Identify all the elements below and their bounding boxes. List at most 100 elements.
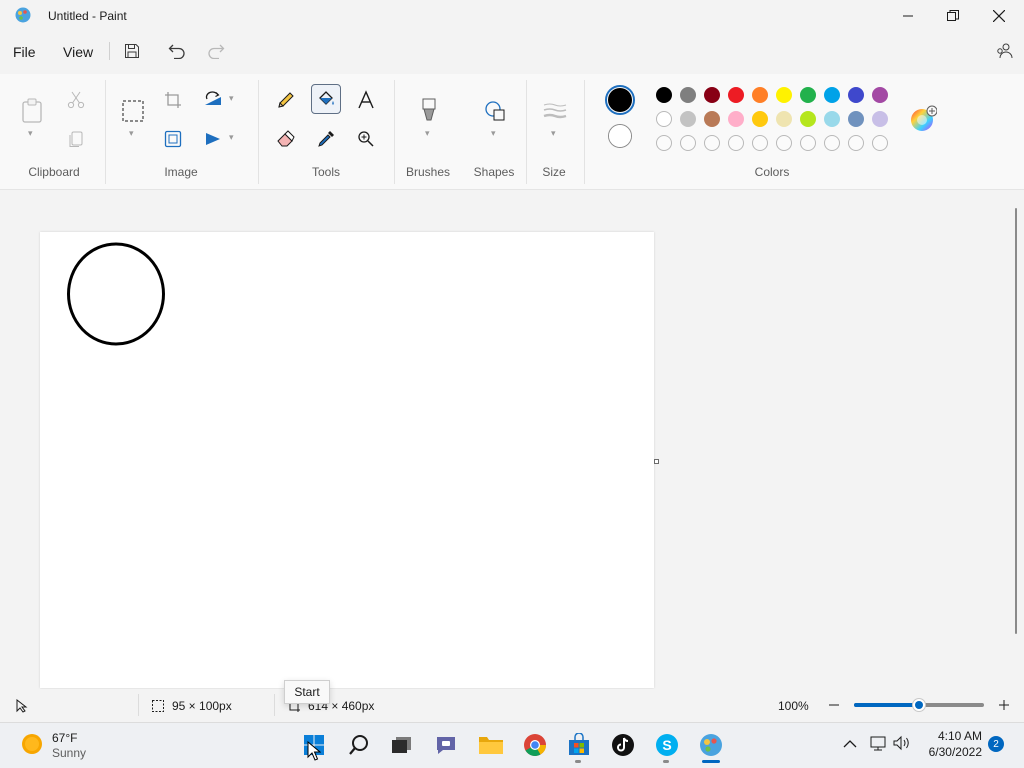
file-explorer-button[interactable]	[477, 731, 505, 759]
palette-swatch[interactable]	[728, 111, 744, 127]
rectangle-select-icon	[122, 100, 144, 122]
custom-color-slot[interactable]	[848, 135, 864, 151]
custom-color-slot[interactable]	[800, 135, 816, 151]
palette-swatch[interactable]	[656, 87, 672, 103]
taskbar-search-button[interactable]	[345, 731, 373, 759]
svg-text:S: S	[662, 737, 671, 753]
network-icon[interactable]	[868, 735, 888, 754]
select-button[interactable]	[118, 96, 148, 126]
zoom-slider-thumb[interactable]	[912, 698, 926, 712]
clock-time[interactable]: 4:10 AM	[920, 729, 982, 743]
paste-chevron-down-icon[interactable]: ▾	[28, 128, 33, 139]
file-menu[interactable]: File	[13, 44, 36, 60]
rotate-button[interactable]	[198, 85, 228, 115]
account-button[interactable]	[992, 40, 1016, 62]
view-menu[interactable]: View	[63, 44, 93, 60]
custom-color-slot[interactable]	[824, 135, 840, 151]
palette-swatch[interactable]	[800, 87, 816, 103]
ribbon-separator	[584, 80, 585, 184]
vertical-scrollbar[interactable]	[1015, 208, 1017, 634]
palette-swatch[interactable]	[872, 87, 888, 103]
custom-color-slot[interactable]	[680, 135, 696, 151]
palette-swatch[interactable]	[656, 111, 672, 127]
save-button[interactable]	[120, 40, 144, 62]
size-button[interactable]	[540, 96, 570, 126]
drawing-canvas[interactable]	[40, 232, 654, 688]
custom-color-slot[interactable]	[872, 135, 888, 151]
pencil-tool[interactable]	[271, 85, 301, 115]
palette-swatch[interactable]	[824, 111, 840, 127]
paint-icon	[700, 734, 722, 756]
custom-color-slot[interactable]	[752, 135, 768, 151]
magnifier-tool[interactable]	[351, 124, 381, 154]
custom-color-slot[interactable]	[728, 135, 744, 151]
edit-colors-button[interactable]	[909, 105, 938, 133]
palette-swatch[interactable]	[848, 87, 864, 103]
maximize-button[interactable]	[930, 0, 976, 32]
palette-swatch[interactable]	[848, 111, 864, 127]
palette-swatch[interactable]	[704, 111, 720, 127]
fill-tool[interactable]	[311, 84, 341, 114]
undo-button[interactable]	[165, 40, 189, 62]
cut-button[interactable]	[61, 85, 91, 115]
palette-swatch[interactable]	[752, 111, 768, 127]
palette-swatch[interactable]	[800, 111, 816, 127]
palette-swatch[interactable]	[680, 87, 696, 103]
size-chevron-down-icon[interactable]: ▾	[551, 128, 556, 139]
eraser-tool[interactable]	[271, 124, 301, 154]
size-group-label: Size	[542, 165, 566, 179]
microsoft-store-button[interactable]	[565, 731, 593, 759]
brushes-chevron-down-icon[interactable]: ▾	[425, 128, 430, 139]
palette-swatch[interactable]	[728, 87, 744, 103]
tools-group-label: Tools	[311, 165, 340, 179]
palette-swatch[interactable]	[752, 87, 768, 103]
custom-color-slot[interactable]	[704, 135, 720, 151]
show-hidden-icons-chevron-up-icon[interactable]	[843, 738, 857, 752]
close-button[interactable]	[976, 0, 1022, 32]
paint-taskbar-button[interactable]	[697, 731, 725, 759]
minimize-button[interactable]	[885, 0, 931, 32]
paste-button[interactable]	[17, 96, 47, 126]
skype-button[interactable]: S	[653, 731, 681, 759]
palette-swatch[interactable]	[776, 111, 792, 127]
clock-date[interactable]: 6/30/2022	[920, 745, 982, 759]
canvas-resize-handle[interactable]	[654, 459, 659, 464]
flip-chevron-down-icon[interactable]: ▾	[229, 132, 234, 143]
notification-badge[interactable]: 2	[988, 736, 1004, 752]
palette-swatch[interactable]	[872, 111, 888, 127]
copy-button[interactable]	[61, 124, 91, 154]
weather-sun-icon[interactable]	[20, 732, 44, 759]
teams-chat-button[interactable]	[432, 731, 460, 759]
shapes-chevron-down-icon[interactable]: ▾	[491, 128, 496, 139]
brushes-button[interactable]	[414, 96, 444, 126]
zoom-in-button[interactable]	[996, 697, 1012, 713]
rotate-chevron-down-icon[interactable]: ▾	[229, 93, 234, 104]
redo-button[interactable]	[204, 40, 228, 62]
magnifier-icon	[358, 131, 374, 147]
shapes-button[interactable]	[480, 96, 510, 126]
palette-swatch[interactable]	[776, 87, 792, 103]
weather-description[interactable]: Sunny	[52, 746, 86, 760]
zoom-slider[interactable]	[854, 698, 984, 712]
palette-swatch[interactable]	[680, 111, 696, 127]
mouse-cursor-icon	[307, 740, 322, 764]
primary-color-button[interactable]	[605, 85, 635, 115]
palette-swatch[interactable]	[824, 87, 840, 103]
select-chevron-down-icon[interactable]: ▾	[129, 128, 134, 139]
task-view-button[interactable]	[387, 731, 415, 759]
secondary-color-button[interactable]	[608, 124, 632, 148]
zoom-out-button[interactable]	[826, 697, 842, 713]
crop-button[interactable]	[158, 85, 188, 115]
flip-button[interactable]	[198, 124, 228, 154]
custom-color-slot[interactable]	[776, 135, 792, 151]
chrome-button[interactable]	[521, 731, 549, 759]
weather-temperature[interactable]: 67°F	[52, 731, 77, 745]
text-tool[interactable]	[351, 85, 381, 115]
resize-button[interactable]	[158, 124, 188, 154]
line-size-icon	[543, 103, 567, 119]
volume-icon[interactable]	[892, 735, 912, 754]
color-picker-tool[interactable]	[311, 124, 341, 154]
palette-swatch[interactable]	[704, 87, 720, 103]
custom-color-slot[interactable]	[656, 135, 672, 151]
tiktok-button[interactable]	[609, 731, 637, 759]
